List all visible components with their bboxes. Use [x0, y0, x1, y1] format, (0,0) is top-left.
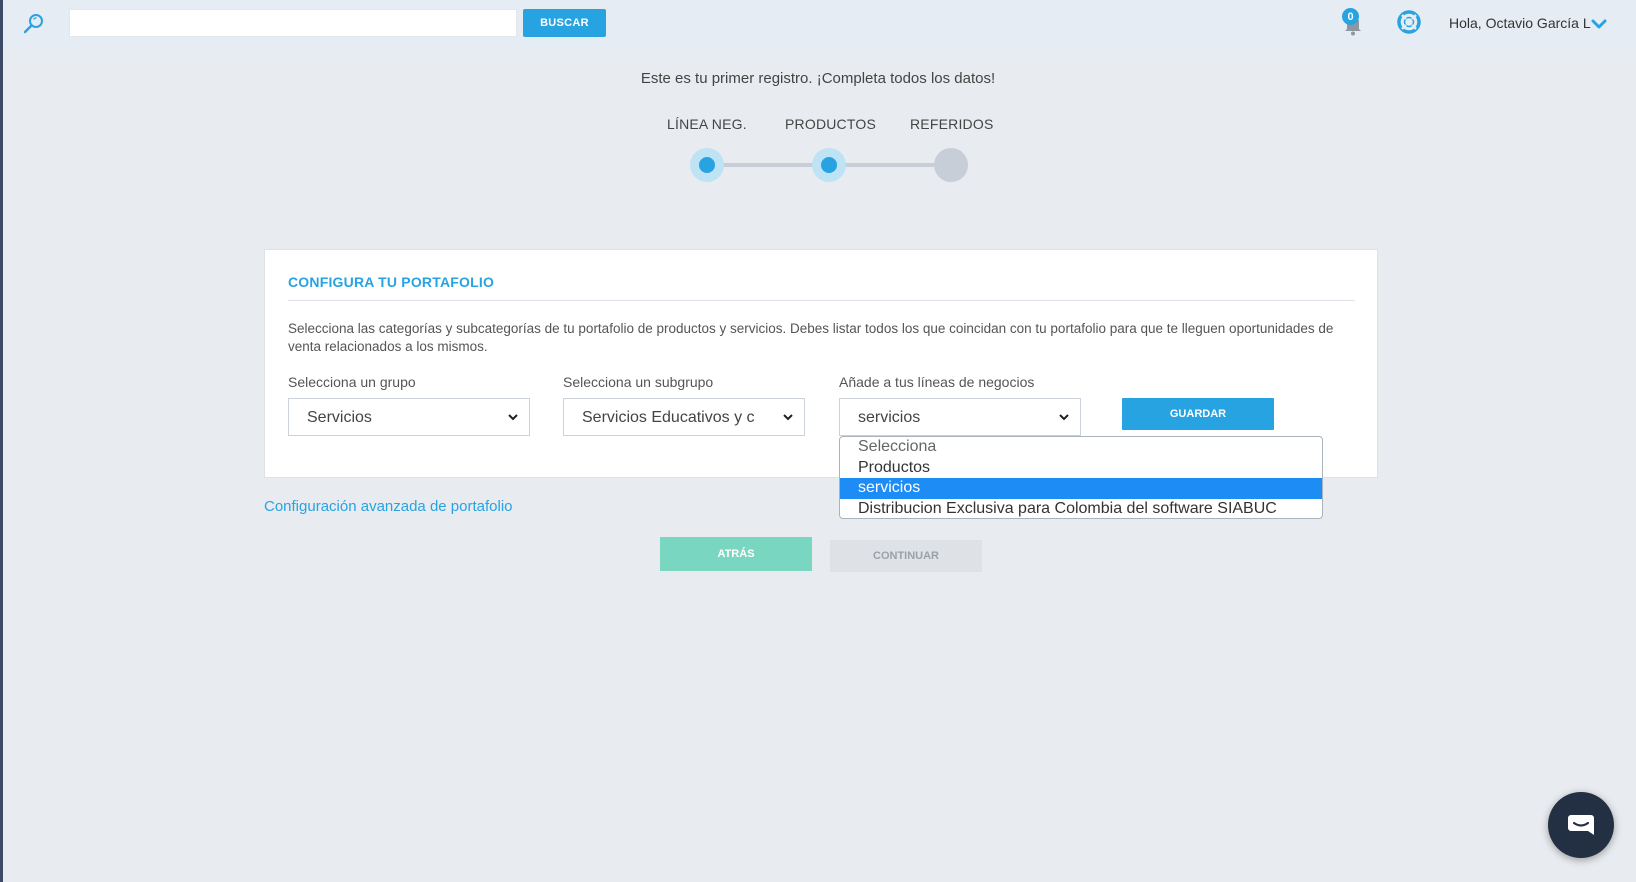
- business-lines-select[interactable]: servicios: [839, 398, 1081, 436]
- advanced-config-link[interactable]: Configuración avanzada de portafolio: [264, 498, 513, 515]
- search-input[interactable]: [69, 9, 517, 37]
- card-description: Selecciona las categorías y subcategoría…: [288, 321, 1334, 354]
- save-button[interactable]: GUARDAR: [1122, 398, 1274, 430]
- group-select-value: Servicios: [307, 409, 372, 426]
- card-title: CONFIGURA TU PORTAFOLIO: [288, 274, 495, 290]
- step-label-referidos: REFERIDOS: [910, 116, 994, 132]
- lifebuoy-icon[interactable]: [1396, 9, 1422, 35]
- step-dot-linea: [690, 148, 724, 182]
- left-edge-bar: [0, 0, 3, 882]
- subgroup-label: Selecciona un subgrupo: [563, 374, 714, 390]
- back-button[interactable]: ATRÁS: [660, 537, 812, 571]
- continue-button[interactable]: CONTINUAR: [830, 540, 982, 572]
- subgroup-select[interactable]: Servicios Educativos y c: [563, 398, 805, 436]
- chevron-down-icon: [508, 414, 518, 421]
- dropdown-option[interactable]: Productos: [840, 458, 1322, 479]
- step-connector: [720, 163, 820, 167]
- intro-message: Este es tu primer registro. ¡Completa to…: [640, 70, 996, 87]
- search-icon[interactable]: [21, 11, 47, 37]
- dropdown-option-selected[interactable]: servicios: [840, 478, 1322, 499]
- user-greeting[interactable]: Hola, Octavio García L: [1449, 15, 1591, 31]
- dropdown-option[interactable]: Selecciona: [840, 437, 1322, 458]
- step-label-productos: PRODUCTOS: [785, 116, 876, 132]
- notification-badge: 0: [1342, 8, 1359, 25]
- chevron-down-icon: [1059, 414, 1069, 421]
- divider: [288, 300, 1355, 301]
- chevron-down-icon: [783, 414, 793, 421]
- chat-button[interactable]: [1548, 792, 1614, 858]
- group-select[interactable]: Servicios: [288, 398, 530, 436]
- business-lines-select-value: servicios: [858, 409, 921, 426]
- business-lines-label: Añade a tus líneas de negocios: [839, 374, 1035, 390]
- business-lines-dropdown[interactable]: Selecciona Productos servicios Distribuc…: [839, 436, 1323, 519]
- step-dot-referidos: [934, 148, 968, 182]
- search-button[interactable]: BUSCAR: [523, 9, 606, 37]
- chat-icon: [1568, 815, 1594, 835]
- top-bar: BUSCAR 0 Hola, Octavio García L: [3, 0, 1636, 50]
- chevron-down-icon[interactable]: [1591, 18, 1607, 30]
- dropdown-option[interactable]: Distribucion Exclusiva para Colombia del…: [840, 499, 1322, 519]
- subgroup-select-value: Servicios Educativos y c: [582, 409, 755, 426]
- step-label-linea: LÍNEA NEG.: [667, 116, 747, 132]
- step-dot-productos: [812, 148, 846, 182]
- step-connector: [842, 163, 942, 167]
- group-label: Selecciona un grupo: [288, 374, 416, 390]
